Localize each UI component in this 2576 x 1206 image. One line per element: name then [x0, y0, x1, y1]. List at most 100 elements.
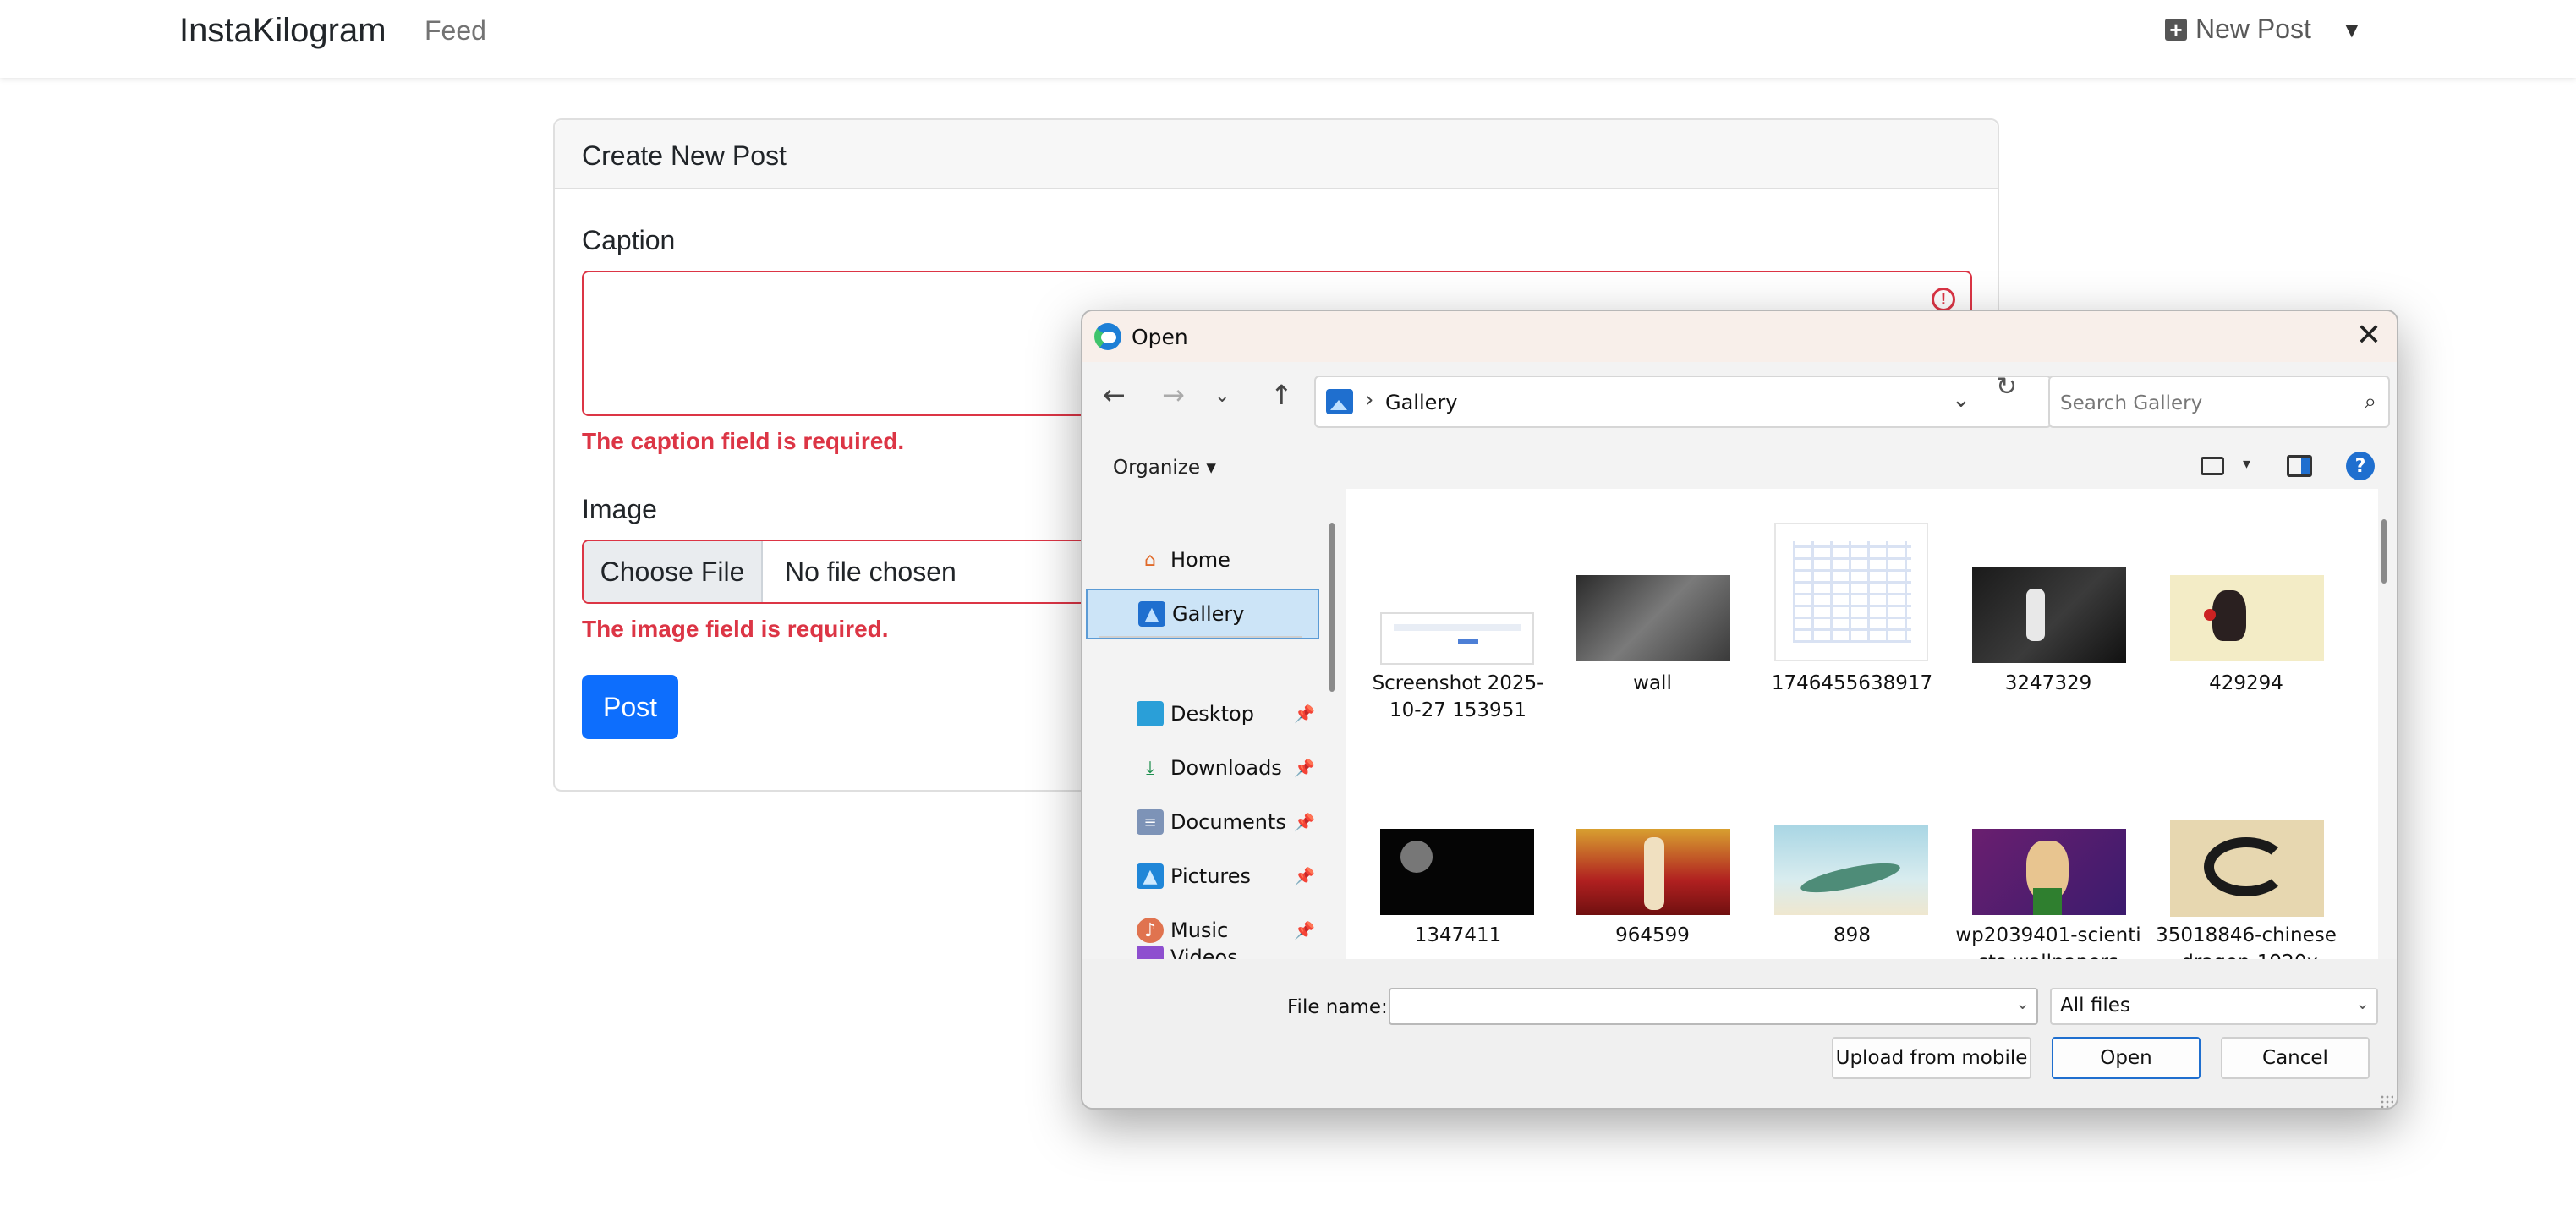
- file-name: Screenshot 2025-10-27 153951: [1372, 672, 1544, 721]
- nav-divider: [1099, 636, 1302, 638]
- preview-pane-icon[interactable]: [2287, 455, 2312, 477]
- nav-gallery-label: Gallery: [1172, 602, 1245, 626]
- file-name-label: File name:: [1287, 996, 1388, 1018]
- search-placeholder: Search Gallery: [2060, 392, 2203, 414]
- pin-icon: 📌: [1294, 866, 1315, 886]
- file-item[interactable]: [2170, 575, 2324, 661]
- gallery-icon: ▲: [1138, 601, 1165, 627]
- pin-icon: 📌: [1294, 812, 1315, 832]
- file-name: 35018846-chinese-dragon-1920x: [2156, 924, 2337, 959]
- gallery-icon: [1326, 389, 1353, 414]
- pin-icon: 📌: [1294, 758, 1315, 778]
- nav-downloads-label: Downloads: [1170, 756, 1282, 780]
- new-post-link[interactable]: + New Post: [2165, 14, 2311, 45]
- chevron-down-icon: ⌄: [2355, 993, 2370, 1013]
- search-icon: ⌕: [2364, 389, 2376, 414]
- help-icon[interactable]: ?: [2346, 452, 2375, 480]
- breadcrumb-chevron-icon: ›: [1365, 387, 1374, 413]
- file-item[interactable]: [1972, 829, 2126, 915]
- file-item[interactable]: [2170, 820, 2324, 917]
- nav-pane-scrollbar[interactable]: [1329, 523, 1335, 692]
- image-label: Image: [582, 494, 657, 524]
- refresh-icon[interactable]: ↻: [1996, 372, 2017, 402]
- file-name: 1746455638917: [1771, 672, 1933, 694]
- chevron-down-icon[interactable]: ⌄: [2015, 993, 2030, 1013]
- home-icon: ⌂: [1144, 549, 1156, 571]
- nav-item-home[interactable]: ⌂ Home: [1137, 534, 1230, 585]
- address-dropdown-chevron-icon[interactable]: ⌄: [1952, 387, 1970, 413]
- upload-from-mobile-button[interactable]: Upload from mobile: [1832, 1037, 2031, 1079]
- file-name: 898: [1833, 924, 1871, 946]
- address-toolbar: ← → ⌄ ↑ › Gallery ⌄ ↻ Search Gallery ⌕: [1082, 364, 2397, 440]
- close-icon[interactable]: ✕: [2356, 318, 2381, 353]
- view-caret-icon[interactable]: ▾: [2243, 455, 2250, 473]
- dialog-titlebar: Open ✕: [1082, 311, 2397, 362]
- file-name: wall: [1633, 672, 1672, 694]
- dialog-title: Open: [1132, 324, 1188, 349]
- post-button[interactable]: Post: [582, 675, 678, 739]
- top-navbar: InstaKilogram Feed + New Post ▼: [0, 0, 2576, 78]
- up-arrow-icon[interactable]: ↑: [1270, 379, 1293, 411]
- open-file-dialog: Open ✕ ← → ⌄ ↑ › Gallery ⌄ ↻ Search Gall…: [1081, 310, 2398, 1110]
- back-arrow-icon[interactable]: ←: [1103, 379, 1126, 411]
- nav-pictures-label: Pictures: [1170, 864, 1252, 888]
- dialog-footer: File name: ⌄ All files ⌄ Upload from mob…: [1082, 959, 2397, 1108]
- error-icon: !: [1932, 288, 1955, 311]
- organize-menu[interactable]: Organize ▾: [1113, 457, 1216, 479]
- search-input[interactable]: Search Gallery ⌕: [2048, 376, 2390, 428]
- document-icon: ≡: [1137, 809, 1164, 835]
- pin-icon: 📌: [1294, 704, 1315, 724]
- file-item[interactable]: [1774, 523, 1928, 661]
- card-title: Create New Post: [555, 120, 1998, 189]
- recent-locations-chevron-icon[interactable]: ⌄: [1214, 386, 1230, 407]
- brand-link[interactable]: InstaKilogram: [179, 12, 386, 50]
- open-button[interactable]: Open: [2052, 1037, 2201, 1079]
- breadcrumb-gallery[interactable]: Gallery: [1385, 391, 1457, 414]
- plus-square-icon: +: [2165, 18, 2187, 41]
- file-item[interactable]: [1576, 575, 1730, 661]
- resize-grip-icon[interactable]: [2380, 1094, 2393, 1108]
- pin-icon: 📌: [1294, 920, 1315, 940]
- file-pane-scrollbar[interactable]: [2381, 519, 2387, 584]
- file-name-input[interactable]: ⌄: [1389, 988, 2038, 1025]
- nav-music-label: Music: [1170, 918, 1229, 942]
- nav-home-label: Home: [1170, 548, 1230, 572]
- nav-item-downloads[interactable]: ⤓ Downloads: [1137, 743, 1282, 793]
- caret-down-icon[interactable]: ▼: [2341, 17, 2363, 43]
- file-name: 3247329: [2004, 672, 2092, 694]
- navigation-pane: ⌂ Home ▲ Gallery Desktop 📌 ⤓ Downloads 📌…: [1082, 489, 1336, 962]
- nav-item-gallery[interactable]: ▲ Gallery: [1086, 589, 1319, 639]
- no-file-text: No file chosen: [785, 556, 956, 587]
- cancel-button[interactable]: Cancel: [2221, 1037, 2370, 1079]
- nav-item-desktop[interactable]: Desktop: [1137, 688, 1254, 739]
- nav-desktop-label: Desktop: [1170, 702, 1254, 726]
- view-mode-icon[interactable]: [2201, 457, 2224, 475]
- file-item[interactable]: [1774, 825, 1928, 915]
- forward-arrow-icon[interactable]: →: [1162, 379, 1185, 411]
- edge-browser-icon: [1094, 323, 1121, 350]
- nav-item-pictures[interactable]: ▲ Pictures: [1137, 851, 1251, 902]
- file-name: 429294: [2209, 672, 2283, 694]
- file-type-filter-label: All files: [2060, 995, 2130, 1017]
- nav-documents-label: Documents: [1170, 810, 1286, 834]
- file-item[interactable]: [1380, 829, 1534, 915]
- desktop-icon: [1137, 701, 1164, 726]
- new-post-label: New Post: [2195, 14, 2311, 44]
- pictures-icon: ▲: [1137, 863, 1164, 889]
- file-name: 1347411: [1414, 924, 1502, 946]
- file-item[interactable]: [1972, 567, 2126, 663]
- file-name: wp2039401-scientists-wallpapers: [1955, 924, 2141, 959]
- image-error: The image field is required.: [582, 616, 889, 642]
- choose-file-button[interactable]: Choose File: [584, 541, 763, 602]
- caption-error: The caption field is required.: [582, 428, 905, 454]
- nav-item-documents[interactable]: ≡ Documents: [1137, 797, 1286, 847]
- music-icon: ♪: [1137, 918, 1164, 943]
- caption-label: Caption: [582, 225, 676, 255]
- address-bar[interactable]: › Gallery ⌄: [1314, 376, 2052, 428]
- file-name: 964599: [1615, 924, 1690, 946]
- file-item[interactable]: [1380, 612, 1534, 665]
- file-item[interactable]: [1576, 829, 1730, 915]
- file-type-filter[interactable]: All files ⌄: [2050, 988, 2378, 1025]
- nav-feed-link[interactable]: Feed: [425, 15, 486, 47]
- download-icon: ⤓: [1146, 757, 1154, 779]
